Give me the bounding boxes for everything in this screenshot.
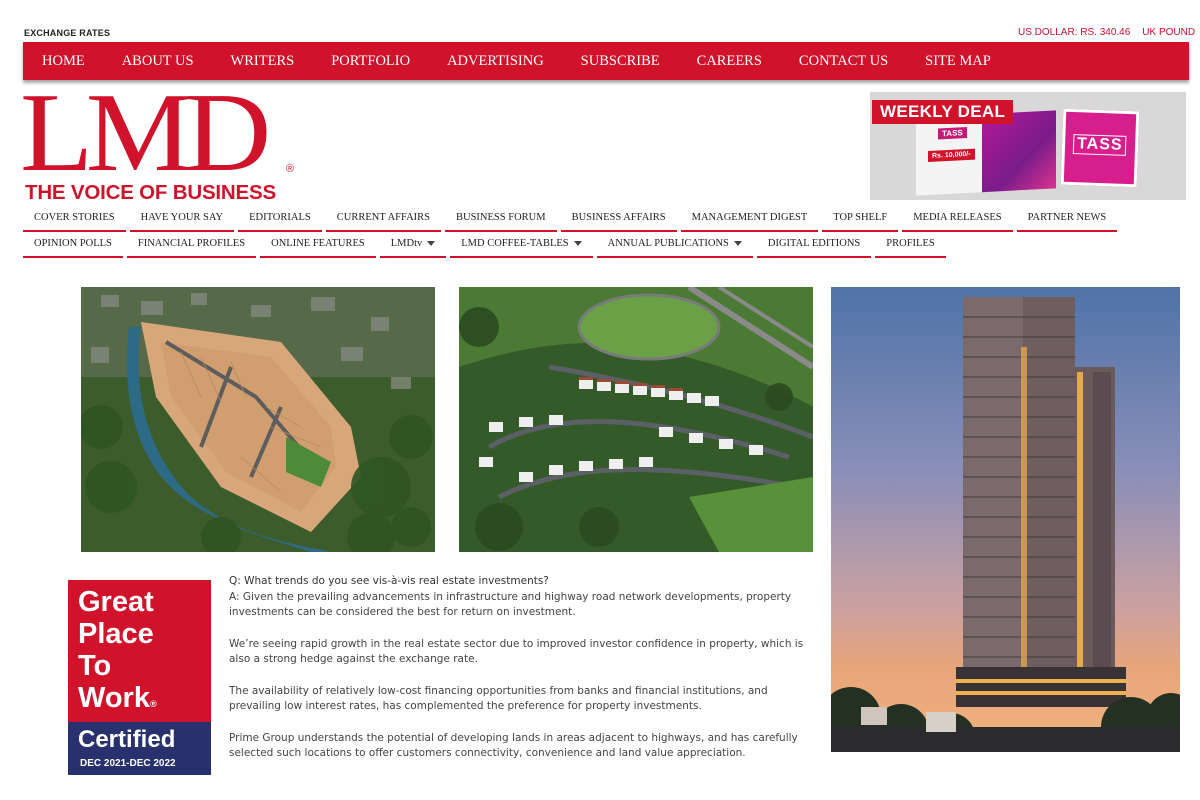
subnav-current-affairs[interactable]: CURRENT AFFAIRS <box>325 209 441 232</box>
subnav-coffee-tables-dropdown[interactable]: LMD COFFEE-TABLES <box>450 235 593 258</box>
nav-careers[interactable]: CAREERS <box>697 53 762 70</box>
subnav-media-releases[interactable]: MEDIA RELEASES <box>902 209 1013 232</box>
subnav-opinion-polls[interactable]: OPINION POLLS <box>23 235 123 258</box>
subnav-lmdtv-dropdown[interactable]: LMDtv <box>379 235 447 258</box>
subnav-digital-editions[interactable]: DIGITAL EDITIONS <box>756 235 872 258</box>
nav-writers[interactable]: WRITERS <box>231 53 295 70</box>
subnav-partner-news[interactable]: PARTNER NEWS <box>1016 209 1118 232</box>
nav-subscribe[interactable]: SUBSCRIBE <box>581 53 660 70</box>
subnav-management-digest[interactable]: MANAGEMENT DIGEST <box>680 209 819 232</box>
subnav-top-shelf[interactable]: TOP SHELF <box>822 209 899 232</box>
subnav-financial-profiles[interactable]: FINANCIAL PROFILES <box>126 235 257 258</box>
caret-down-icon <box>573 241 582 247</box>
interview-article: Q: What trends do you see vis-à-vis real… <box>229 574 809 778</box>
site-logo[interactable]: LMD ® THE VOICE OF BUSINESS <box>20 77 314 207</box>
interview-answer: A: Given the prevailing advancements in … <box>229 590 792 619</box>
nav-portfolio[interactable]: PORTFOLIO <box>331 53 410 70</box>
nav-about-us[interactable]: ABOUT US <box>122 53 194 70</box>
subnav-annual-publications-dropdown[interactable]: ANNUAL PUBLICATIONS <box>596 235 753 258</box>
logo-registered-mark: ® <box>286 163 295 175</box>
subnav-business-forum[interactable]: BUSINESS FORUM <box>445 209 557 232</box>
badge-title: Great Place To Work® <box>78 586 157 714</box>
ad-brand-card: TASS <box>1060 108 1140 188</box>
nav-advertising[interactable]: ADVERTISING <box>447 53 544 70</box>
article-paragraph: We’re seeing rapid growth in the real es… <box>229 637 804 666</box>
residential-tower-photo <box>831 287 1180 752</box>
nav-contact-us[interactable]: CONTACT US <box>799 53 888 70</box>
badge-certified-label: Certified <box>78 726 176 753</box>
subnav-have-your-say[interactable]: HAVE YOUR SAY <box>129 209 235 232</box>
caret-down-icon <box>733 241 742 247</box>
subnav-online-features[interactable]: ONLINE FEATURES <box>260 235 376 258</box>
article-paragraph: Prime Group understands the potential of… <box>229 731 798 760</box>
rate-uk-pound: UK POUND <box>1142 27 1196 38</box>
ad-brand-label: TASS <box>938 127 967 140</box>
exchange-rates-bar: EXCHANGE RATES US DOLLAR: RS. 340.46 UK P… <box>0 0 1200 42</box>
weekly-deal-banner[interactable]: TASS Rs. 10,000/- TASS WEEKLY DEAL <box>870 92 1186 200</box>
subnav-business-affairs[interactable]: BUSINESS AFFAIRS <box>560 209 677 232</box>
ad-headline: WEEKLY DEAL <box>872 100 1014 124</box>
section-nav-row-1: COVER STORIES HAVE YOUR SAY EDITORIALS C… <box>23 209 1193 232</box>
badge-certified-band: Certified DEC 2021-DEC 2022 <box>68 722 211 775</box>
great-place-to-work-badge: Great Place To Work® Certified DEC 2021-… <box>68 580 211 775</box>
aerial-housing-scheme-photo <box>459 287 813 552</box>
rate-us-dollar: US DOLLAR: RS. 340.46 <box>1018 27 1131 38</box>
exchange-rates-ticker: US DOLLAR: RS. 340.46 UK POUND <box>1018 27 1200 38</box>
subnav-profiles[interactable]: PROFILES <box>875 235 946 258</box>
interview-question: Q: What trends do you see vis-à-vis real… <box>229 575 549 587</box>
caret-down-icon <box>427 241 436 247</box>
nav-site-map[interactable]: SITE MAP <box>925 53 991 70</box>
section-nav-row-2: OPINION POLLS FINANCIAL PROFILES ONLINE … <box>23 235 1193 258</box>
subnav-cover-stories[interactable]: COVER STORIES <box>23 209 126 232</box>
subnav-editorials[interactable]: EDITORIALS <box>238 209 322 232</box>
logo-tagline: THE VOICE OF BUSINESS <box>25 181 276 204</box>
badge-certification-dates: DEC 2021-DEC 2022 <box>80 758 176 769</box>
ad-price-tag: Rs. 10,000/- <box>928 148 975 163</box>
article-paragraph: The availability of relatively low-cost … <box>229 684 768 713</box>
aerial-land-plots-photo <box>81 287 435 552</box>
nav-home[interactable]: HOME <box>42 53 85 70</box>
exchange-rates-label: EXCHANGE RATES <box>24 28 111 38</box>
ad-brand-logo: TASS <box>1072 134 1127 156</box>
logo-wordmark: LMD <box>20 71 271 195</box>
